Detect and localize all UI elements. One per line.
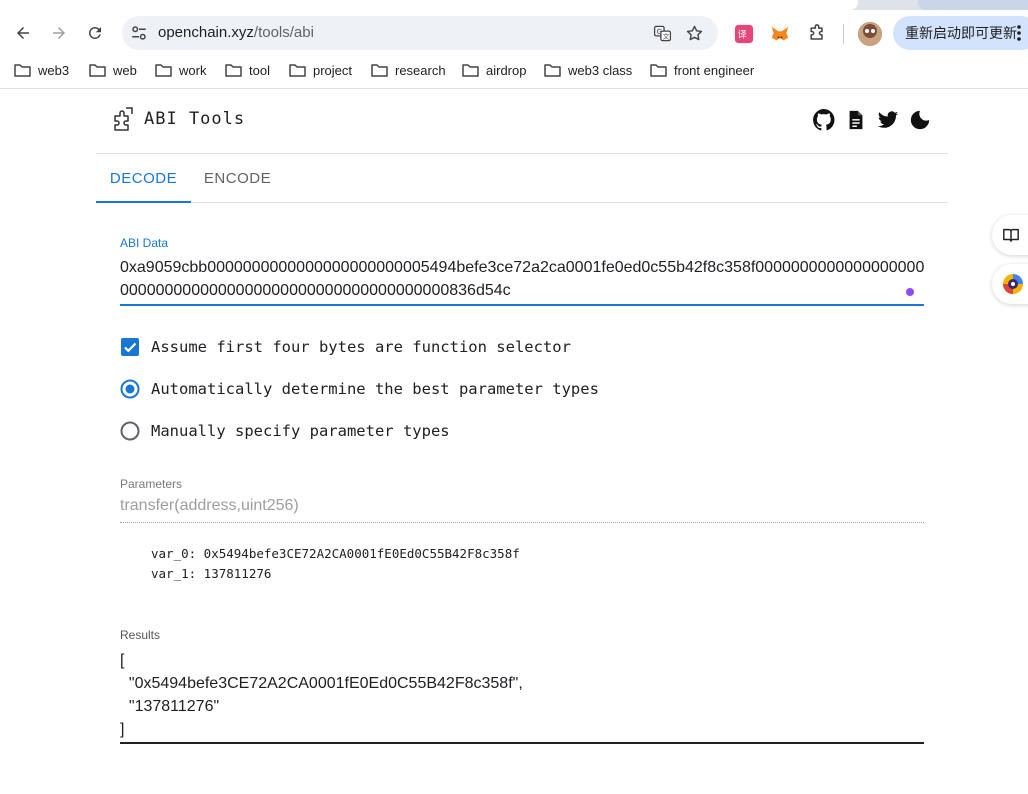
- folder-icon: [289, 64, 306, 77]
- bookmark-folder[interactable]: work: [155, 61, 206, 79]
- folder-icon: [544, 64, 561, 77]
- assistant-widget-button[interactable]: [992, 264, 1028, 304]
- radio-selected-icon: [120, 379, 140, 399]
- bookmark-folder[interactable]: airdrop: [462, 61, 526, 79]
- bookmark-folder[interactable]: front engineer: [650, 61, 754, 79]
- bookmarks-bar: web3 web work tool project research aird…: [0, 56, 1028, 84]
- app-header: ABI Tools: [96, 90, 948, 154]
- toolbar-divider: [843, 24, 844, 44]
- svg-text:译: 译: [738, 30, 747, 41]
- checkbox-checked-icon: [121, 338, 139, 356]
- grammarly-status-icon[interactable]: [906, 288, 914, 296]
- bookmark-folder[interactable]: research: [371, 61, 446, 79]
- folder-icon: [89, 64, 106, 77]
- more-menu-icon[interactable]: [1017, 25, 1021, 41]
- address-bar[interactable]: openchain.xyz/tools/abi G文: [122, 16, 718, 50]
- colorful-globe-icon: [1003, 274, 1023, 294]
- site-settings-icon[interactable]: [130, 24, 148, 42]
- abi-data-underline: [120, 304, 924, 306]
- bookmark-label: research: [395, 62, 446, 78]
- assume-selector-checkbox[interactable]: Assume first four bytes are function sel…: [120, 336, 571, 358]
- tab-bar: DECODE ENCODE: [96, 155, 948, 203]
- twitter-icon[interactable]: [876, 108, 900, 132]
- app-title: ABI Tools: [144, 109, 246, 129]
- extension-translate-icon[interactable]: 译: [733, 23, 755, 45]
- bookmark-folder[interactable]: tool: [225, 61, 270, 79]
- profile-avatar[interactable]: [858, 22, 882, 46]
- bookmark-label: tool: [249, 62, 270, 78]
- chrome-divider: [0, 88, 1028, 89]
- bookmark-folder[interactable]: project: [289, 61, 352, 79]
- results-output[interactable]: [ "0x5494befe3CE72A2CA0001fE0Ed0C55B42F8…: [120, 649, 924, 741]
- parameters-input: transfer(address,uint256): [120, 497, 299, 514]
- radio-unselected-icon: [120, 421, 140, 441]
- bookmark-folder[interactable]: web: [89, 61, 137, 79]
- parameters-underline: [120, 522, 924, 523]
- url-path: /tools/abi: [253, 24, 314, 41]
- bookmark-label: web3 class: [568, 62, 633, 78]
- tab-strip: [0, 0, 1028, 10]
- folder-icon: [14, 64, 31, 77]
- bookmark-label: web3: [38, 62, 70, 78]
- puzzle-logo-icon: [114, 107, 133, 131]
- forward-arrow-icon: [53, 27, 65, 39]
- extensions-puzzle-icon[interactable]: [806, 23, 828, 45]
- active-tab[interactable]: [0, 0, 858, 10]
- folder-icon: [225, 64, 242, 77]
- folder-icon: [371, 64, 388, 77]
- bookmark-label: airdrop: [486, 62, 527, 78]
- bookmark-label: work: [179, 62, 207, 78]
- reload-icon: [88, 26, 101, 39]
- decoded-var-1: var_1: 137811276: [151, 566, 272, 581]
- bookmark-label: web: [113, 62, 137, 78]
- dark-mode-icon[interactable]: [908, 108, 932, 132]
- browser-toolbar: openchain.xyz/tools/abi G文 译 重新启动即可更新: [0, 10, 1028, 56]
- results-underline: [120, 742, 924, 744]
- decoded-var-0: var_0: 0x5494befe3CE72A2CA0001fE0Ed0C55B…: [151, 546, 520, 561]
- folder-icon: [462, 64, 479, 77]
- auto-types-radio[interactable]: Automatically determine the best paramet…: [120, 378, 599, 400]
- open-book-icon: [1003, 228, 1019, 243]
- assume-selector-label: Assume first four bytes are function sel…: [151, 338, 571, 356]
- abi-data-input[interactable]: 0xa9059cbb0000000000000000000000005494be…: [120, 256, 925, 302]
- update-button[interactable]: 重新启动即可更新: [893, 16, 1028, 50]
- tab-encode[interactable]: ENCODE: [191, 155, 284, 203]
- tab-decode[interactable]: DECODE: [96, 155, 191, 203]
- back-arrow-icon: [17, 27, 29, 39]
- abi-data-label: ABI Data: [120, 236, 169, 250]
- auto-types-label: Automatically determine the best paramet…: [151, 380, 599, 398]
- translate-icon[interactable]: G文: [652, 23, 672, 43]
- bookmark-folder[interactable]: web3: [14, 61, 69, 79]
- other-tab[interactable]: [918, 0, 1028, 10]
- svg-text:文: 文: [662, 31, 669, 40]
- url-domain: openchain.xyz: [158, 24, 254, 41]
- manual-types-label: Manually specify parameter types: [151, 422, 450, 440]
- bookmark-label: project: [313, 62, 353, 78]
- bookmark-folder[interactable]: web3 class: [544, 61, 632, 79]
- metamask-fox-icon[interactable]: [769, 23, 791, 45]
- url-text[interactable]: openchain.xyz/tools/abi: [158, 24, 314, 42]
- reload-button[interactable]: [80, 18, 110, 48]
- results-label: Results: [120, 628, 161, 642]
- reader-sidebar-button[interactable]: [992, 215, 1028, 255]
- bookmark-star-icon[interactable]: [684, 23, 704, 43]
- forward-button[interactable]: [44, 18, 74, 48]
- folder-icon: [155, 64, 172, 77]
- folder-icon: [650, 64, 667, 77]
- github-icon[interactable]: [812, 108, 836, 132]
- document-icon[interactable]: [844, 108, 868, 132]
- back-button[interactable]: [8, 18, 38, 48]
- update-button-label: 重新启动即可更新: [905, 25, 1017, 41]
- parameters-label: Parameters: [120, 477, 183, 491]
- manual-types-radio[interactable]: Manually specify parameter types: [120, 420, 450, 442]
- bookmark-label: front engineer: [674, 62, 755, 78]
